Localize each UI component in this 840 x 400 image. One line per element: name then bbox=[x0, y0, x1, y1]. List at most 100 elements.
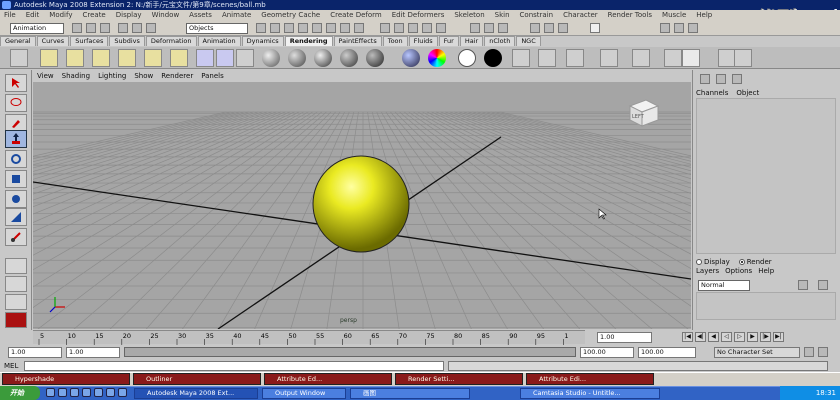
point-light-icon[interactable] bbox=[92, 49, 110, 67]
single-perspective-layout[interactable] bbox=[5, 258, 27, 274]
select-hierarchy-icon[interactable] bbox=[118, 23, 128, 33]
manipulator-tool[interactable] bbox=[5, 190, 27, 208]
play-backward-button[interactable]: ◁ bbox=[721, 332, 732, 342]
character-set-dropdown[interactable]: No Character Set bbox=[714, 347, 800, 358]
display-radio[interactable] bbox=[696, 259, 702, 265]
auto-key-icon[interactable] bbox=[804, 347, 814, 357]
mask-dynamics-icon[interactable] bbox=[326, 23, 336, 33]
menu-item[interactable]: Character bbox=[563, 11, 598, 19]
shelf-tab[interactable]: General bbox=[0, 36, 36, 46]
render-view-icon[interactable] bbox=[632, 49, 650, 67]
viewport-menu-item[interactable]: Shading bbox=[62, 72, 90, 80]
quick-launch-app3-icon[interactable] bbox=[118, 388, 127, 397]
time-slider[interactable]: 5 10 15 20 25 30 35 40 45 50 55 60 65 70 75 80 85 90 95 1 bbox=[33, 330, 585, 345]
spot-light-icon[interactable] bbox=[118, 49, 136, 67]
save-scene-icon[interactable] bbox=[100, 23, 110, 33]
channel-box-menu-item[interactable]: Channels bbox=[696, 89, 728, 97]
soft-mod-tool[interactable] bbox=[5, 208, 27, 226]
move-tool[interactable] bbox=[5, 130, 27, 148]
lasso-tool[interactable] bbox=[5, 94, 27, 112]
menu-item[interactable]: Skin bbox=[495, 11, 510, 19]
surface-shader-black-icon[interactable] bbox=[484, 49, 502, 67]
quick-launch-desktop-icon[interactable] bbox=[58, 388, 67, 397]
layer-list[interactable] bbox=[696, 292, 836, 320]
quick-launch-ie-icon[interactable] bbox=[46, 388, 55, 397]
minimized-window[interactable]: Hypershade bbox=[2, 373, 130, 385]
animation-preferences-icon[interactable] bbox=[818, 347, 828, 357]
menu-item[interactable]: Assets bbox=[189, 11, 212, 19]
step-forward-button[interactable]: ▶ bbox=[747, 332, 758, 342]
menu-item[interactable]: Constrain bbox=[520, 11, 554, 19]
menu-item[interactable]: Help bbox=[696, 11, 712, 19]
ipr-render-icon[interactable] bbox=[544, 23, 554, 33]
hypershade-icon[interactable] bbox=[236, 49, 254, 67]
playback-start-field[interactable]: 1.00 bbox=[66, 347, 120, 358]
minimized-window[interactable]: Render Setti... bbox=[395, 373, 523, 385]
quick-launch-app2-icon[interactable] bbox=[106, 388, 115, 397]
menu-item[interactable]: Window bbox=[152, 11, 180, 19]
shelf-tab[interactable]: Subdivs bbox=[109, 36, 145, 46]
surface-shader-white-icon[interactable] bbox=[458, 49, 476, 67]
mask-curves-icon[interactable] bbox=[284, 23, 294, 33]
anisotropic-material-icon[interactable] bbox=[366, 49, 384, 67]
start-button[interactable]: 开始 bbox=[0, 386, 40, 400]
viewport-menu-item[interactable]: View bbox=[37, 72, 54, 80]
snap-curve-icon[interactable] bbox=[394, 23, 404, 33]
volume-light-icon[interactable] bbox=[170, 49, 188, 67]
shelf-tab[interactable]: PaintEffects bbox=[333, 36, 382, 46]
range-slider[interactable] bbox=[124, 347, 576, 357]
shelf-tab[interactable]: Surfaces bbox=[70, 36, 109, 46]
ambient-light-icon[interactable] bbox=[40, 49, 58, 67]
minimized-window[interactable]: Attribute Edi... bbox=[526, 373, 654, 385]
minimized-window[interactable]: Attribute Ed... bbox=[264, 373, 392, 385]
render-icon[interactable] bbox=[538, 49, 556, 67]
quick-launch-folder-icon[interactable] bbox=[82, 388, 91, 397]
show-manipulator-tool[interactable] bbox=[5, 228, 27, 246]
perspective-viewport[interactable] bbox=[33, 82, 691, 329]
phong-material-icon[interactable] bbox=[314, 49, 332, 67]
menu-item[interactable]: Render Tools bbox=[608, 11, 652, 19]
layered-shader-icon[interactable] bbox=[402, 49, 420, 67]
play-forward-button[interactable]: ▷ bbox=[734, 332, 745, 342]
viewport-menu-item[interactable]: Panels bbox=[201, 72, 224, 80]
new-layer-selected-icon[interactable] bbox=[818, 280, 828, 290]
mental-ray-icon[interactable] bbox=[682, 49, 700, 67]
mask-rendering-icon[interactable] bbox=[340, 23, 350, 33]
animation-start-field[interactable]: 1.00 bbox=[8, 347, 62, 358]
step-back-key-button[interactable]: ◀| bbox=[695, 332, 706, 342]
taskbar-button[interactable]: Camtasia Studio - Untitle... bbox=[520, 388, 660, 399]
select-tool[interactable] bbox=[5, 74, 27, 92]
viewport-menu-item[interactable]: Renderer bbox=[161, 72, 193, 80]
shelf-tab[interactable]: Hair bbox=[459, 36, 484, 46]
render-radio[interactable] bbox=[738, 259, 745, 265]
menu-item[interactable]: Create bbox=[82, 11, 105, 19]
render-current-frame-icon[interactable] bbox=[530, 23, 540, 33]
mel-input[interactable] bbox=[24, 361, 444, 371]
render-globals-icon[interactable] bbox=[664, 49, 682, 67]
shelf-menu-icon[interactable] bbox=[10, 49, 28, 67]
current-frame-field[interactable]: 1.00 bbox=[597, 332, 652, 343]
directional-light-icon[interactable] bbox=[66, 49, 84, 67]
channel-box-menu-item[interactable]: Object bbox=[736, 89, 759, 97]
taskbar-button[interactable]: 画图 bbox=[350, 388, 470, 399]
new-scene-icon[interactable] bbox=[72, 23, 82, 33]
shelf-tab[interactable]: nCloth bbox=[484, 36, 516, 46]
construction-history-icon[interactable] bbox=[498, 23, 508, 33]
selection-mask-dropdown[interactable]: Objects bbox=[186, 23, 248, 34]
mask-deformations-icon[interactable] bbox=[312, 23, 322, 33]
input-line-field[interactable] bbox=[590, 23, 600, 33]
shelf-tab[interactable]: Rendering bbox=[284, 36, 333, 46]
phonge-material-icon[interactable] bbox=[340, 49, 358, 67]
layer-menu-item[interactable]: Help bbox=[758, 267, 774, 275]
mask-surfaces-icon[interactable] bbox=[298, 23, 308, 33]
shelf-tab[interactable]: Animation bbox=[197, 36, 241, 46]
ipr-icon[interactable] bbox=[566, 49, 584, 67]
open-scene-icon[interactable] bbox=[86, 23, 96, 33]
mask-misc-icon[interactable] bbox=[354, 23, 364, 33]
shelf-trash-icon[interactable] bbox=[734, 49, 752, 67]
shelf-tab[interactable]: Fur bbox=[438, 36, 459, 46]
menu-item[interactable]: Muscle bbox=[662, 11, 686, 19]
menu-item[interactable]: Animate bbox=[222, 11, 251, 19]
animation-end-field[interactable]: 100.00 bbox=[638, 347, 696, 358]
select-object-icon[interactable] bbox=[132, 23, 142, 33]
